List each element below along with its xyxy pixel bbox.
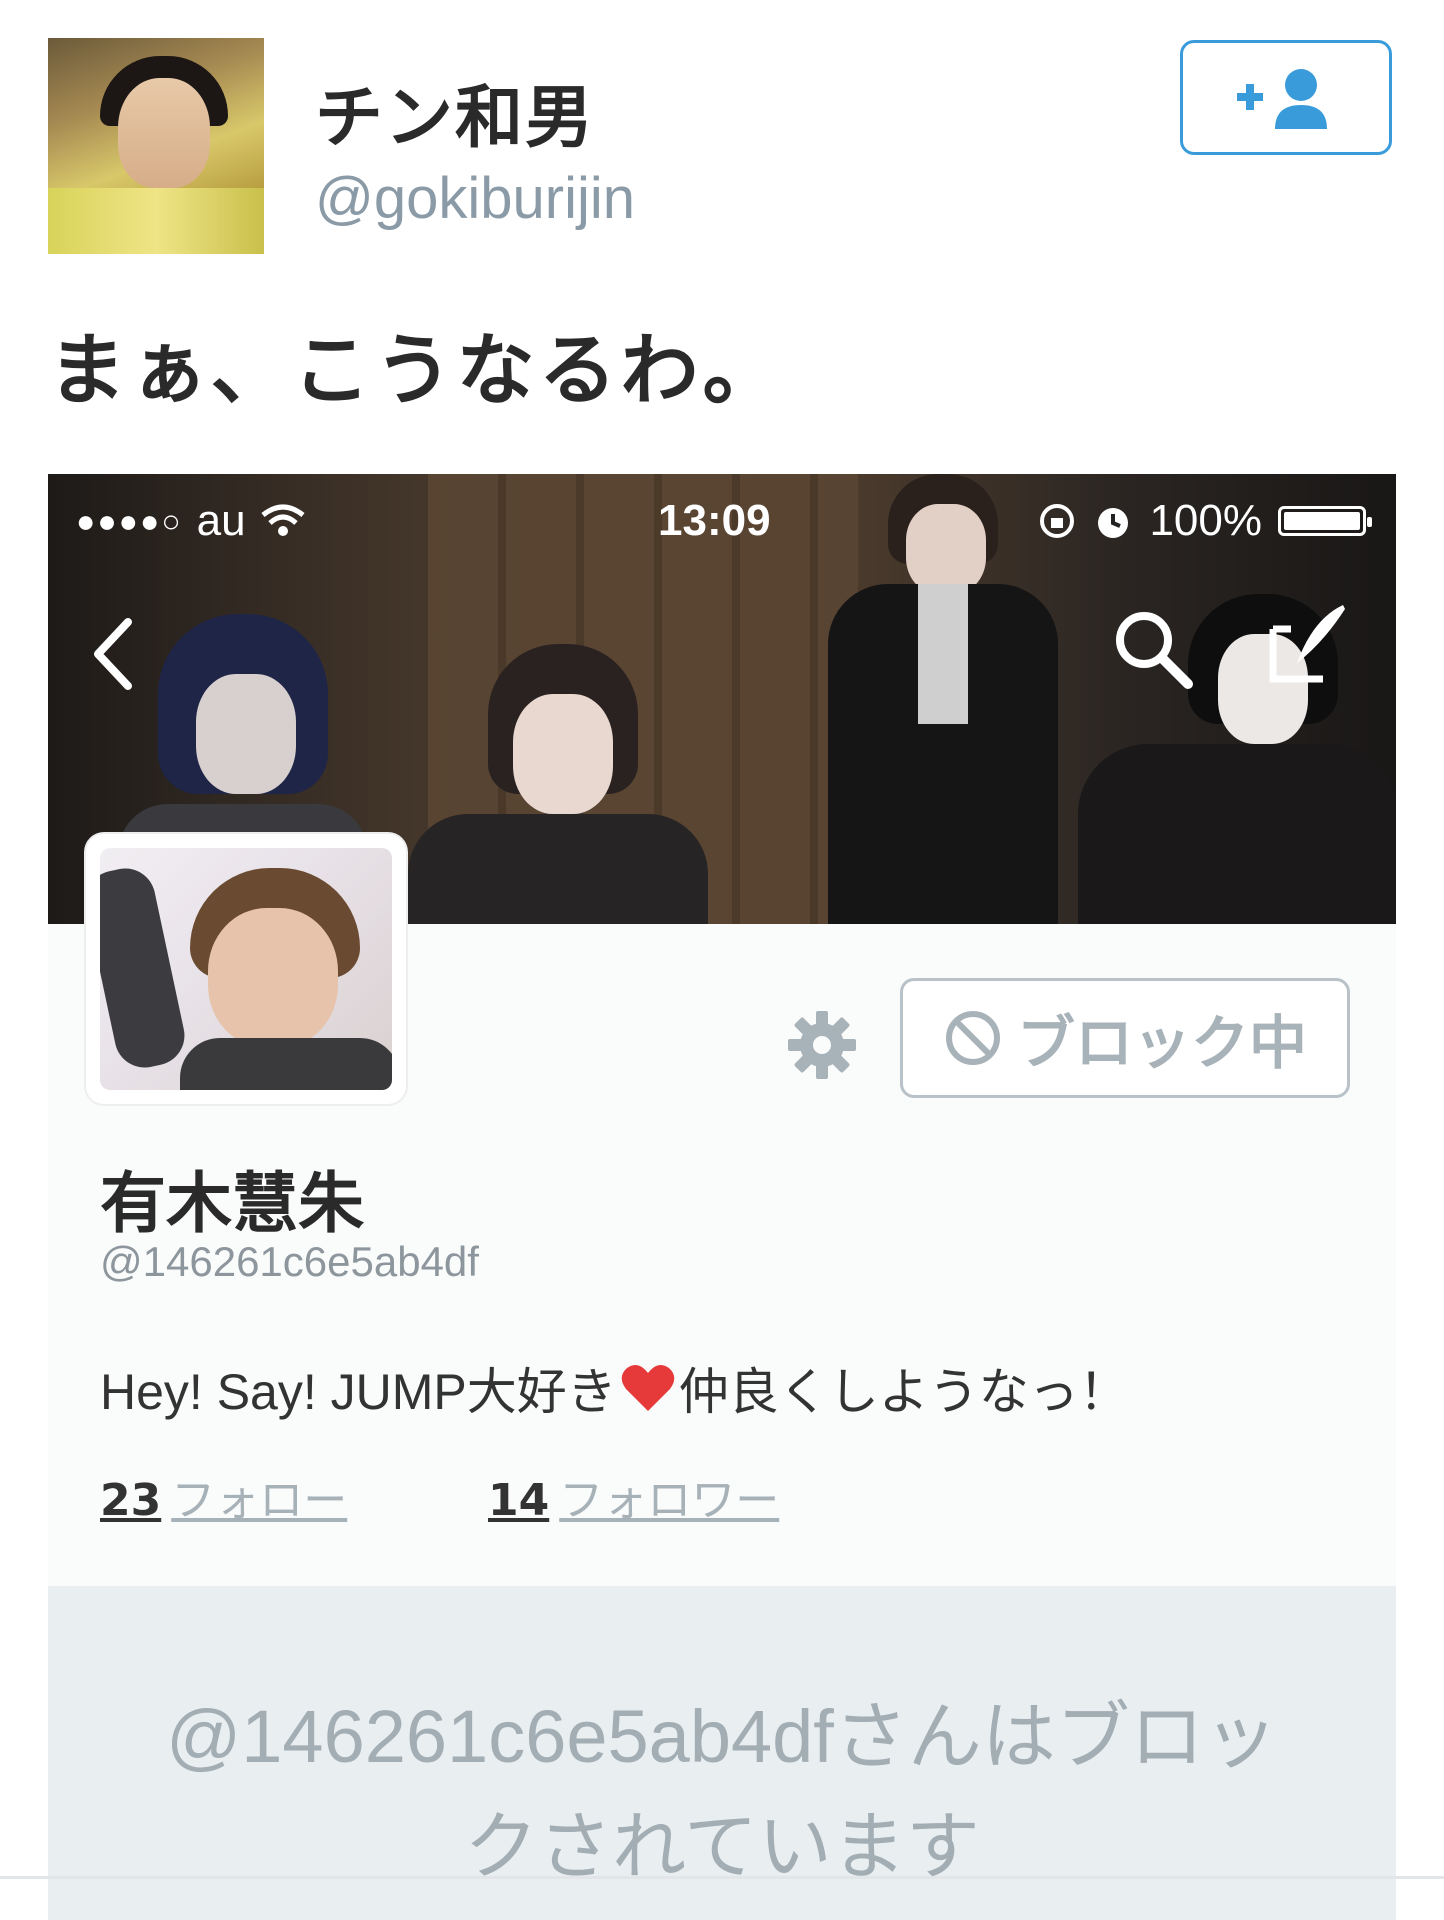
blocked-button-label: ブロック中 [1016, 1009, 1307, 1077]
follow-button[interactable] [1180, 40, 1392, 155]
block-icon [945, 1011, 1000, 1065]
heart-emoji-icon [621, 1364, 675, 1411]
profile-avatar[interactable] [86, 834, 406, 1104]
banner-person-2 [408, 644, 708, 924]
avatar-face [118, 78, 210, 188]
tweet-image[interactable]: ●●●●○ au 13:09 100% ブロック中 有木慧朱 @146261c6… [48, 474, 1396, 1920]
author-name[interactable]: チン和男 [315, 62, 595, 161]
followers-label: フォロワー [559, 1475, 780, 1526]
status-bar: ●●●●○ au 13:09 100% [48, 474, 1396, 564]
rotation-lock-icon [1040, 504, 1075, 538]
alarm-icon [1098, 508, 1129, 538]
blocked-notice-line-2: クされています [464, 1805, 980, 1888]
blocked-notice-line-1: @146261c6e5ab4dfさんはブロッ [166, 1695, 1278, 1778]
avatar-robe [48, 188, 264, 254]
compose-icon[interactable] [1263, 599, 1353, 689]
wifi-icon [261, 504, 305, 536]
battery-icon [1278, 506, 1372, 536]
profile-name: 有木慧朱 [100, 1165, 364, 1242]
author-handle[interactable]: @gokiburijin [315, 165, 635, 232]
signal-dots-icon: ●●●●○ [76, 502, 183, 539]
profile-avatar-photo [100, 848, 392, 1090]
author-avatar[interactable] [48, 38, 264, 254]
following-label: フォロー [171, 1475, 348, 1526]
following-stat[interactable]: 23 フォロー [100, 1464, 347, 1528]
search-icon[interactable] [1108, 604, 1198, 694]
battery-percent: 100% [1149, 496, 1262, 545]
following-count: 23 [100, 1475, 162, 1526]
carrier-label: au [196, 496, 246, 545]
add-user-icon [1237, 68, 1327, 129]
battery-fill [1284, 512, 1360, 530]
profile-bio-text-1: Hey! Say! JUMP大好き [100, 1364, 617, 1420]
profile-bio: Hey! Say! JUMP大好き 仲良くしようなっ！ [100, 1352, 1129, 1424]
back-chevron-icon[interactable] [88, 614, 138, 694]
divider [0, 1876, 1444, 1879]
status-time: 13:09 [658, 496, 771, 545]
blocked-notice-text: @146261c6e5ab4dfさんはブロッ クされています [48, 1682, 1396, 1902]
blocked-button[interactable]: ブロック中 [900, 978, 1350, 1098]
followers-stat[interactable]: 14 フォロワー [488, 1464, 779, 1528]
gear-icon[interactable] [786, 1009, 858, 1081]
tweet-text: まぁ、こうなるわ。 [48, 326, 785, 416]
profile-handle: @146261c6e5ab4df [100, 1238, 479, 1285]
followers-count: 14 [488, 1475, 550, 1526]
profile-bio-text-2: 仲良くしようなっ！ [678, 1364, 1129, 1420]
